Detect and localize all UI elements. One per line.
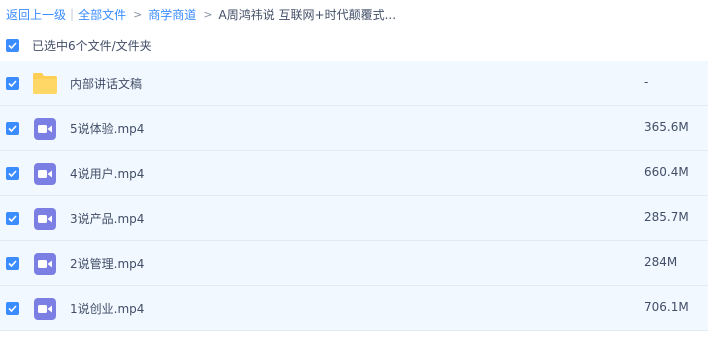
video-icon xyxy=(34,118,56,140)
breadcrumb: 返回上一级 | 全部文件 > 商学商道 > A周鸿祎说 互联网+时代颠覆式... xyxy=(6,6,396,22)
file-name[interactable]: 2说管理.mp4 xyxy=(70,255,144,272)
video-icon xyxy=(34,163,56,185)
row-checkbox[interactable] xyxy=(6,212,19,225)
check-icon xyxy=(8,125,17,132)
row-checkbox[interactable] xyxy=(6,122,19,135)
video-icon xyxy=(34,208,56,230)
file-size: 706.1M xyxy=(644,300,689,314)
row-checkbox[interactable] xyxy=(6,302,19,315)
selection-bar: 已选中6个文件/文件夹 xyxy=(0,33,708,57)
row-checkbox[interactable] xyxy=(6,77,19,90)
folder-icon xyxy=(33,73,57,94)
list-item[interactable]: 1说创业.mp4 706.1M xyxy=(0,286,708,331)
breadcrumb-folder[interactable]: 商学商道 xyxy=(148,6,196,23)
list-item[interactable]: 5说体验.mp4 365.6M xyxy=(0,106,708,151)
video-icon xyxy=(34,298,56,320)
breadcrumb-divider: | xyxy=(70,7,75,21)
file-name[interactable]: 3说产品.mp4 xyxy=(70,210,144,227)
video-icon xyxy=(34,253,56,275)
file-size: 284M xyxy=(644,255,678,269)
file-name[interactable]: 内部讲话文稿 xyxy=(70,75,142,92)
row-checkbox[interactable] xyxy=(6,257,19,270)
back-link[interactable]: 返回上一级 xyxy=(6,6,66,23)
file-name[interactable]: 1说创业.mp4 xyxy=(70,300,144,317)
list-item[interactable]: 2说管理.mp4 284M xyxy=(0,241,708,286)
list-item[interactable]: 4说用户.mp4 660.4M xyxy=(0,151,708,196)
check-icon xyxy=(8,170,17,177)
file-size: 285.7M xyxy=(644,210,689,224)
check-icon xyxy=(8,215,17,222)
check-icon xyxy=(8,305,17,312)
breadcrumb-separator-icon: > xyxy=(133,7,143,21)
file-size: - xyxy=(644,75,649,89)
check-icon xyxy=(8,80,17,87)
breadcrumb-all-files[interactable]: 全部文件 xyxy=(78,6,126,23)
breadcrumb-separator-icon: > xyxy=(203,7,213,21)
file-list: 内部讲话文稿 - 5说体验.mp4 365.6M 4说用户.mp4 660.4M… xyxy=(0,61,708,331)
row-checkbox[interactable] xyxy=(6,167,19,180)
file-size: 660.4M xyxy=(644,165,689,179)
select-all-checkbox[interactable] xyxy=(6,38,19,52)
file-name[interactable]: 4说用户.mp4 xyxy=(70,165,144,182)
check-icon xyxy=(8,260,17,267)
file-name[interactable]: 5说体验.mp4 xyxy=(70,120,144,137)
check-icon xyxy=(8,41,17,49)
file-size: 365.6M xyxy=(644,120,689,134)
list-item[interactable]: 内部讲话文稿 - xyxy=(0,61,708,106)
selection-count: 已选中6个文件/文件夹 xyxy=(32,38,152,53)
list-item[interactable]: 3说产品.mp4 285.7M xyxy=(0,196,708,241)
breadcrumb-current: A周鸿祎说 互联网+时代颠覆式... xyxy=(218,7,397,22)
